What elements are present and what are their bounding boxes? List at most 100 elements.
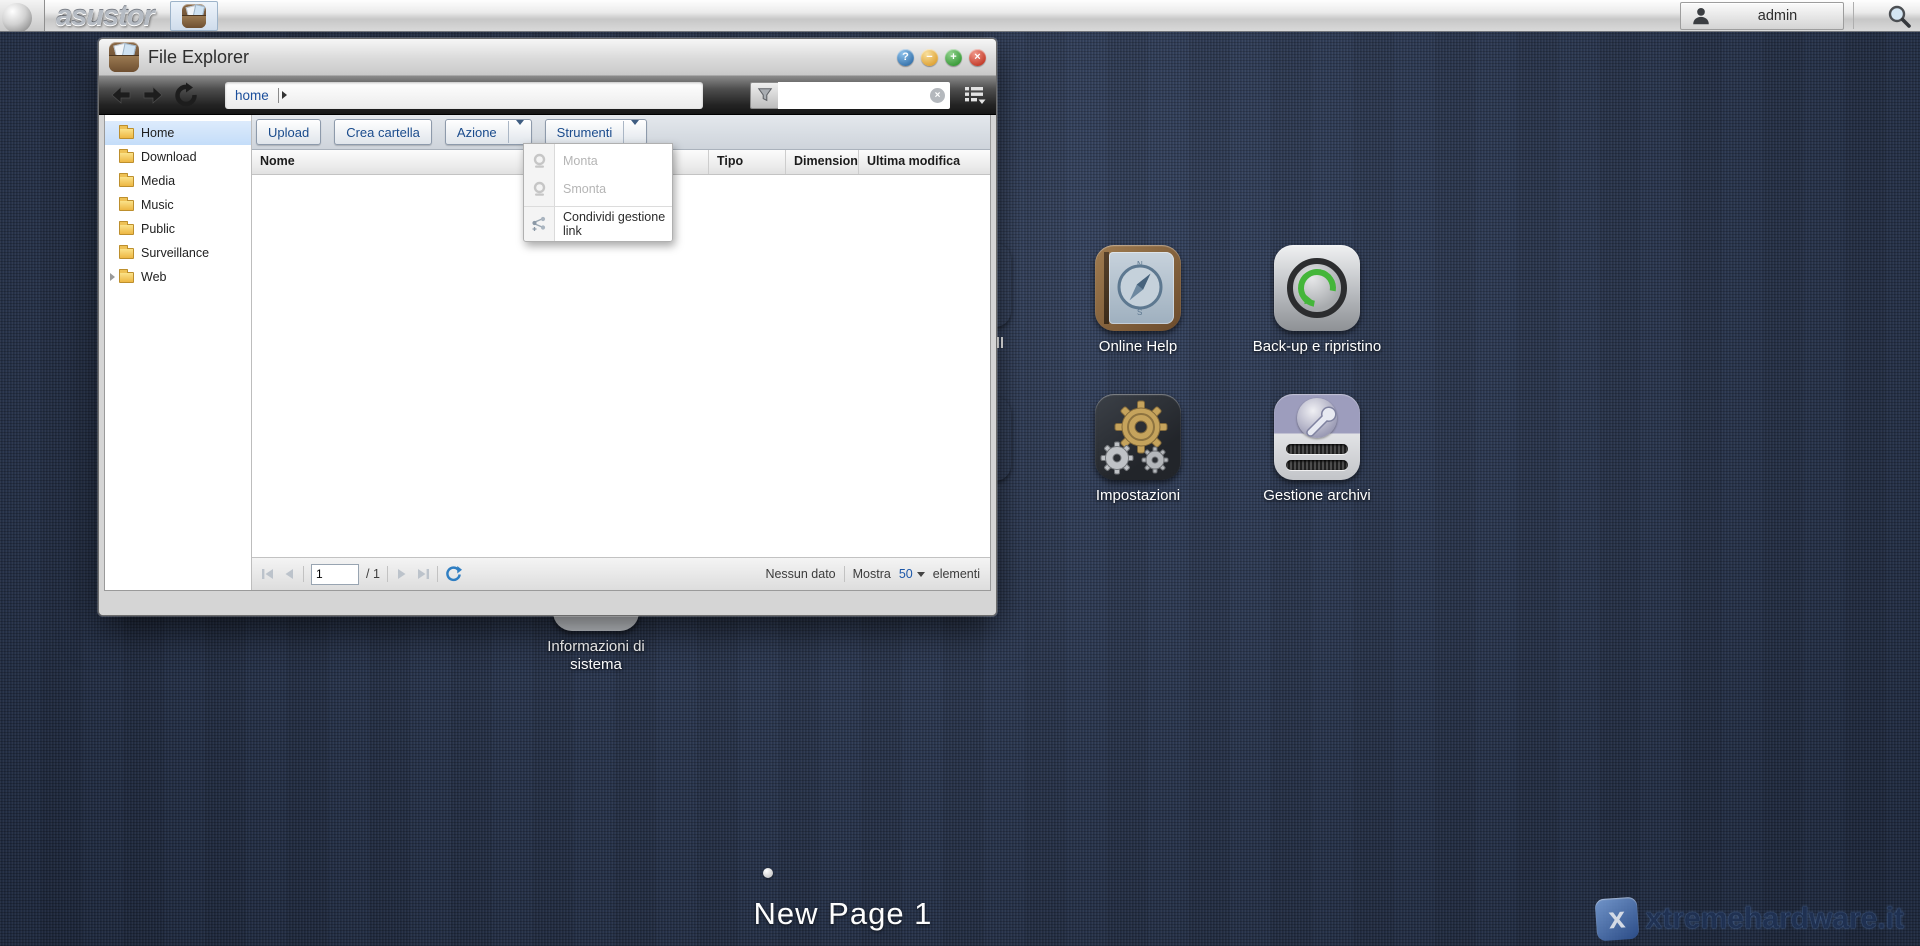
filter-input[interactable]	[782, 83, 928, 107]
sidebar-item-home[interactable]: Home	[105, 121, 251, 145]
sidebar-item-download[interactable]: Download	[105, 145, 251, 169]
watermark: x xtremehardware.it	[1594, 896, 1904, 942]
taskbar-app-file-explorer[interactable]	[170, 1, 218, 31]
online-help-icon: N S	[1095, 245, 1181, 331]
unit-label: elementi	[932, 567, 980, 581]
desktop-icon-storage-manager[interactable]: Gestione archivi	[1263, 394, 1371, 505]
asustor-logo: asustor	[56, 0, 155, 32]
folder-label: Home	[141, 126, 175, 140]
storage-manager-icon	[1274, 394, 1360, 480]
column-header-type[interactable]: Tipo	[709, 150, 786, 174]
sidebar-item-surveillance[interactable]: Surveillance	[105, 241, 251, 265]
view-mode-button[interactable]	[964, 85, 986, 105]
divider	[1853, 2, 1854, 29]
sidebar-item-music[interactable]: Music	[105, 193, 251, 217]
desktop-page-indicator[interactable]	[763, 868, 773, 878]
search-button[interactable]	[1886, 3, 1912, 29]
breadcrumb[interactable]: home	[225, 81, 703, 109]
svg-text:N: N	[1137, 260, 1143, 269]
folder-label: Surveillance	[141, 246, 210, 260]
backup-restore-icon	[1274, 245, 1360, 331]
desktop-icon-backup[interactable]: Back-up e ripristino	[1253, 245, 1381, 356]
previous-page-button[interactable]	[282, 567, 296, 581]
desktop-icon-settings[interactable]: Impostazioni	[1095, 394, 1183, 505]
settings-gears-icon	[1095, 394, 1181, 480]
svg-text:S: S	[1137, 308, 1142, 316]
column-header-size[interactable]: Dimensioni	[786, 150, 859, 174]
tools-dropdown-menu: Monta Smonta Condividi gestione link	[523, 143, 673, 242]
divider	[843, 566, 845, 582]
window-titlebar[interactable]: File Explorer ? − + ×	[99, 39, 996, 76]
sidebar-item-web[interactable]: Web	[105, 265, 251, 289]
folder-icon	[119, 172, 134, 187]
close-button[interactable]: ×	[969, 48, 986, 66]
hidden-icon-label-fragment	[997, 337, 1004, 348]
folder-icon	[119, 196, 134, 211]
menu-item-share-link-manager[interactable]: Condividi gestione link	[524, 210, 672, 238]
filter-input-wrap: ×	[778, 81, 950, 109]
filter-group: ×	[750, 81, 950, 109]
minimize-button[interactable]: −	[921, 48, 938, 66]
folder-tree: Home Download Media Music Public Surveil…	[105, 115, 252, 590]
status-label: Nessun dato	[765, 567, 836, 581]
help-button[interactable]: ?	[897, 48, 914, 66]
folder-icon	[119, 220, 134, 235]
refresh-button[interactable]	[173, 82, 199, 108]
refresh-list-button[interactable]	[445, 565, 462, 583]
desktop-icon-online-help[interactable]: N S Online Help	[1095, 245, 1183, 356]
show-label: Mostra	[852, 567, 891, 581]
icon-label: Back-up e ripristino	[1252, 338, 1382, 355]
icon-label: Impostazioni	[1095, 487, 1181, 504]
next-page-button[interactable]	[395, 567, 409, 581]
divider	[277, 87, 279, 103]
unmount-icon	[524, 181, 554, 197]
watermark-text: xtremehardware.it	[1645, 902, 1904, 935]
page-count-label: / 1	[366, 567, 380, 581]
menu-item-mount[interactable]: Monta	[524, 147, 672, 175]
breadcrumb-path[interactable]: home	[235, 88, 269, 103]
icon-label: Gestione archivi	[1263, 487, 1371, 504]
menu-item-unmount[interactable]: Smonta	[524, 175, 672, 203]
first-page-button[interactable]	[261, 567, 275, 581]
search-icon	[1888, 5, 1911, 28]
folder-icon	[119, 244, 134, 259]
divider	[303, 566, 304, 582]
sidebar-item-public[interactable]: Public	[105, 217, 251, 241]
create-folder-button[interactable]: Crea cartella	[334, 119, 432, 145]
back-button[interactable]	[109, 83, 133, 107]
folder-label: Music	[141, 198, 174, 212]
forward-button[interactable]	[141, 83, 165, 107]
page-number-input[interactable]	[311, 563, 359, 585]
folder-label: Public	[141, 222, 176, 236]
clear-filter-icon[interactable]: ×	[930, 87, 945, 103]
top-taskbar: asustor admin	[0, 0, 1920, 32]
file-explorer-window: File Explorer ? − + × home × Home Downlo…	[98, 38, 997, 616]
maximize-button[interactable]: +	[945, 48, 962, 66]
xtremehardware-logo-icon: x	[1594, 896, 1639, 942]
folder-label: Web	[141, 270, 167, 284]
menu-separator	[524, 206, 672, 207]
navigation-bar: home ×	[99, 76, 996, 115]
caret-right-icon	[281, 91, 287, 99]
tools-menu-button[interactable]: Strumenti	[544, 119, 648, 145]
divider	[436, 566, 438, 582]
column-header-modified[interactable]: Ultima modifica	[859, 150, 990, 174]
file-explorer-icon	[109, 42, 139, 72]
expand-caret-icon[interactable]	[109, 273, 115, 281]
sidebar-item-media[interactable]: Media	[105, 169, 251, 193]
sphere-icon	[2, 3, 32, 31]
funnel-icon	[757, 88, 772, 102]
page-size-select[interactable]: 50	[899, 567, 925, 581]
user-icon	[1693, 8, 1709, 25]
upload-button[interactable]: Upload	[256, 119, 322, 145]
window-title: File Explorer	[148, 46, 250, 67]
caret-down-icon	[515, 119, 524, 140]
user-menu-button[interactable]: admin	[1680, 2, 1844, 30]
folder-label: Download	[141, 150, 197, 164]
show-desktop-button[interactable]	[0, 0, 45, 31]
filter-button[interactable]	[750, 81, 778, 109]
folder-icon	[119, 124, 134, 139]
pagination-bar: / 1 Nessun dato	[252, 557, 990, 590]
last-page-button[interactable]	[416, 567, 430, 581]
action-menu-button[interactable]: Azione	[444, 119, 532, 145]
